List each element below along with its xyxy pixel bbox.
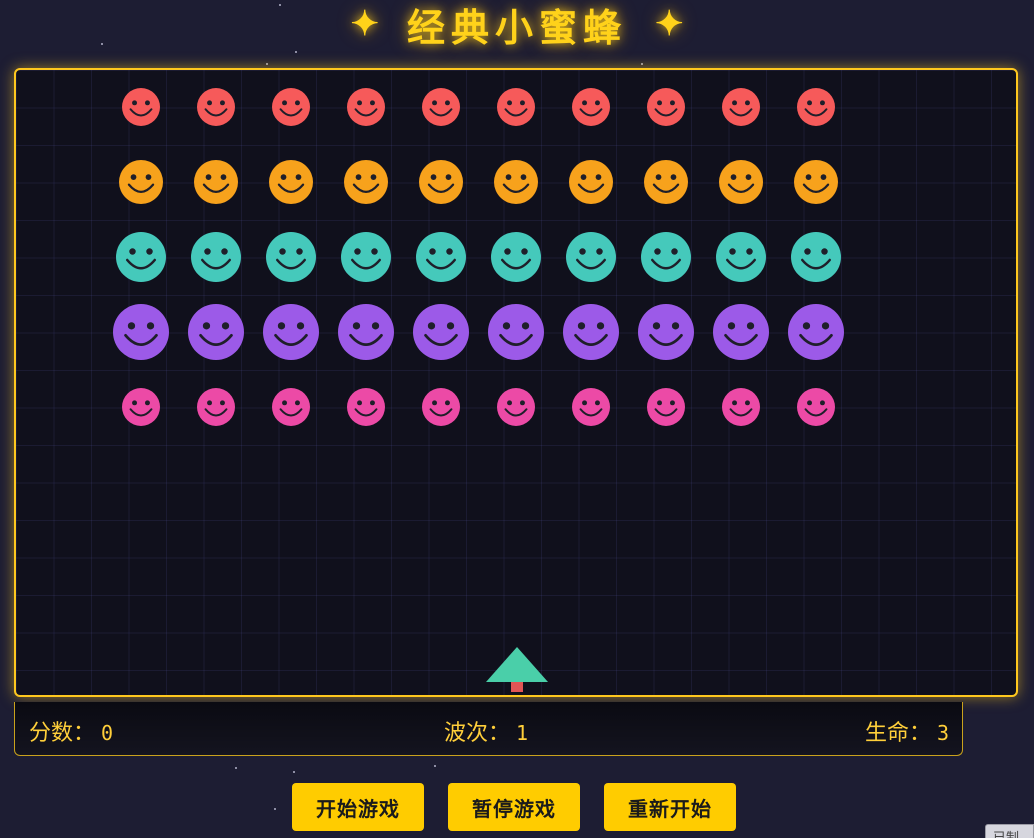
enemy-smiley (569, 160, 613, 204)
enemy-smiley (116, 232, 166, 282)
enemy-smiley (272, 88, 310, 126)
enemy-smiley (266, 232, 316, 282)
enemy-smiley (638, 304, 694, 360)
enemy-smiley (713, 304, 769, 360)
score-display: 分数： 0 (29, 715, 113, 747)
player-ship (486, 647, 548, 692)
corner-tag[interactable]: 已制 (985, 824, 1034, 838)
enemy-smiley (197, 388, 235, 426)
game-title: ✦ 经典小蜜蜂 ✦ (0, 0, 1034, 50)
enemy-smiley (263, 304, 319, 360)
enemy-smiley (722, 88, 760, 126)
pause-game-button[interactable]: 暂停游戏 (448, 783, 580, 831)
enemy-smiley (797, 88, 835, 126)
game-controls: 开始游戏 暂停游戏 重新开始 (292, 783, 736, 831)
enemy-smiley (716, 232, 766, 282)
enemy-smiley (191, 232, 241, 282)
background-star (295, 51, 297, 53)
enemy-smiley (572, 88, 610, 126)
enemy-smiley (797, 388, 835, 426)
enemy-smiley (794, 160, 838, 204)
enemy-smiley (566, 232, 616, 282)
enemy-smiley (272, 388, 310, 426)
background-star (641, 63, 643, 65)
enemy-smiley (341, 232, 391, 282)
background-star (266, 63, 268, 65)
enemy-smiley (122, 388, 160, 426)
lives-display: 生命： 3 (865, 715, 949, 747)
enemy-smiley (197, 88, 235, 126)
enemy-smiley (497, 388, 535, 426)
sparkle-icon: ✦ (655, 4, 684, 44)
enemy-smiley (491, 232, 541, 282)
enemy-smiley (269, 160, 313, 204)
enemy-smiley (188, 304, 244, 360)
score-value: 0 (101, 721, 114, 745)
lives-value: 3 (936, 721, 949, 745)
restart-game-button[interactable]: 重新开始 (604, 783, 736, 831)
enemy-smiley (347, 388, 385, 426)
enemy-smiley (641, 232, 691, 282)
enemy-smiley (644, 160, 688, 204)
game-canvas[interactable] (16, 70, 1016, 695)
wave-display: 波次： 1 (444, 715, 528, 747)
wave-value: 1 (516, 721, 529, 745)
enemy-smiley (194, 160, 238, 204)
enemy-smiley (647, 388, 685, 426)
background-star (293, 771, 295, 773)
enemy-smiley (497, 88, 535, 126)
enemy-smiley (488, 304, 544, 360)
enemy-smiley (722, 388, 760, 426)
enemy-smiley (422, 88, 460, 126)
enemy-smiley (113, 304, 169, 360)
enemy-smiley (422, 388, 460, 426)
game-board[interactable] (14, 68, 1018, 697)
enemy-smiley (791, 232, 841, 282)
background-star (235, 767, 237, 769)
enemy-smiley (122, 88, 160, 126)
game-page: ✦ 经典小蜜蜂 ✦ 分数： 0 波次： 1 生命： 3 开始游戏 暂停游戏 重新开始 … (0, 0, 1034, 838)
wave-label: 波次： (444, 721, 511, 746)
enemy-smiley (563, 304, 619, 360)
background-star (274, 808, 276, 810)
enemy-smiley (344, 160, 388, 204)
status-bar: 分数： 0 波次： 1 生命： 3 (14, 702, 963, 756)
enemy-smiley (719, 160, 763, 204)
start-game-button[interactable]: 开始游戏 (292, 783, 424, 831)
enemy-smiley (119, 160, 163, 204)
enemy-smiley (572, 388, 610, 426)
background-star (434, 765, 436, 767)
sparkle-icon: ✦ (350, 4, 379, 44)
game-title-text: 经典小蜜蜂 (406, 4, 627, 50)
enemy-smiley (416, 232, 466, 282)
enemy-smiley (419, 160, 463, 204)
enemy-smiley (494, 160, 538, 204)
enemy-smiley (413, 304, 469, 360)
enemy-smiley (647, 88, 685, 126)
enemy-smiley (788, 304, 844, 360)
score-label: 分数： (29, 721, 96, 746)
enemy-smiley (338, 304, 394, 360)
enemy-smiley (347, 88, 385, 126)
lives-label: 生命： (864, 721, 931, 746)
